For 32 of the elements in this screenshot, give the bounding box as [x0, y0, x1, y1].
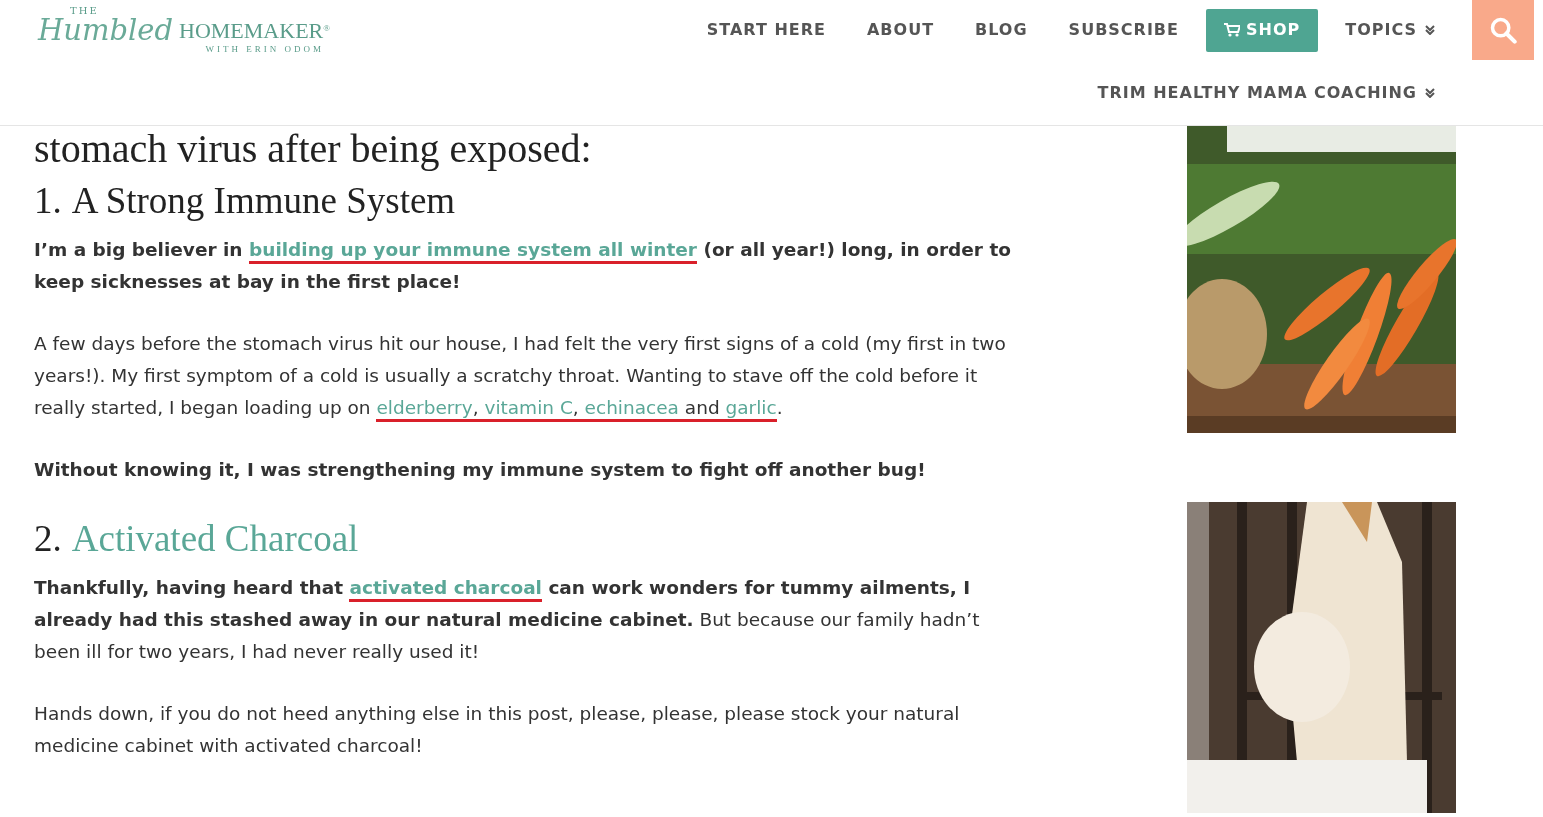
heading-text: stomach virus after being exposed:: [34, 128, 592, 170]
text-link[interactable]: building up your immune system all winter: [248, 239, 697, 264]
nav-link[interactable]: BLOG: [975, 18, 1028, 42]
nav-dropdown[interactable]: TOPICS: [1345, 18, 1435, 42]
logo-text[interactable]: THE: [70, 6, 99, 16]
text-link[interactable]: elderberry: [376, 397, 473, 422]
nav-dropdown[interactable]: TRIM HEALTHY MAMA COACHING: [1097, 81, 1435, 105]
heading-number: 2.: [34, 517, 62, 561]
paragraph: Thankfully, having heard that activated charcoal can work wonders for tummy ailments, I already had this stashed away in our natural medicine cabinet. But because our family hadn’t been ill for two years, I had never really used it!: [34, 576, 981, 664]
heading-link[interactable]: Activated Charcoal: [71, 516, 359, 562]
double-chevron-icon: [1425, 88, 1435, 98]
nav-link[interactable]: START HERE: [706, 18, 826, 42]
logo-script[interactable]: Humbled: [38, 16, 174, 45]
text-link[interactable]: garlic: [725, 397, 777, 422]
text-link[interactable]: activated charcoal: [349, 577, 542, 602]
logo-tagline[interactable]: WITH ERIN ODOM: [205, 45, 325, 54]
double-chevron-icon: [1425, 25, 1435, 35]
paragraph: Without knowing it, I was strengthening my immune system to fight off another bug!: [34, 458, 927, 482]
paragraph: Hands down, if you do not heed anything else in this post, please, please, please stock your natural medicine cabinet with activated charcoal!: [34, 702, 961, 758]
text-link[interactable]: echinacea: [584, 397, 679, 422]
heading-text: A Strong Immune System: [71, 179, 456, 223]
nav-link[interactable]: ABOUT: [866, 18, 935, 42]
logo-wordmark[interactable]: HOMEMAKER: [179, 20, 324, 42]
cart-icon: [1224, 23, 1240, 37]
registered-mark: ®: [323, 22, 331, 33]
nav-link[interactable]: SUBSCRIBE: [1068, 18, 1179, 42]
paragraph: A few days before the stomach virus hit our house, I had felt the very first signs of a cold (my first in two years!). My first symptom of a cold is usually a scratchy throat. Wanting to stave off the cold before it really started, I began loading up on elderberry, vitamin C, echinacea and garlic.: [34, 328, 1019, 424]
shop-button[interactable]: SHOP: [1206, 8, 1319, 52]
text-link[interactable]: vitamin C: [484, 397, 573, 422]
heading-number: 1.: [34, 179, 62, 223]
search-icon: [1489, 16, 1517, 44]
paragraph: I’m a big believer in building up your immune system all winter (or all year!) long, in order to keep sicknesses at bay in the first place!: [34, 238, 1012, 294]
